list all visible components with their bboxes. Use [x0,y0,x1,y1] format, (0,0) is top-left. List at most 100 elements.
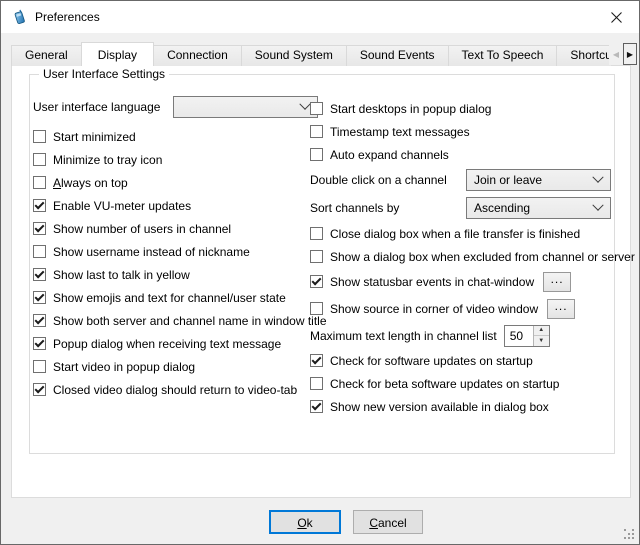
tab-sound-system[interactable]: Sound System [241,45,347,66]
checkbox-row-show-emojis-and-text-for-channel-user-state: Show emojis and text for channel/user st… [33,286,305,309]
double-click-label: Double click on a channel [310,173,466,187]
double-click-combobox[interactable]: Join or leave [466,169,611,191]
tab-scroll-left-icon[interactable]: ◀ [609,43,623,65]
window-title: Preferences [35,10,100,24]
checkbox-row-show-source-in-corner-of-video-window: Show source in corner of video window... [310,295,624,322]
unchecked-checkbox[interactable] [310,148,323,161]
checkbox-row-check-for-software-updates-on-startup: Check for software updates on startup [310,349,624,372]
display-tab-page: User Interface Settings User interface l… [11,65,631,498]
checkbox-row-show-a-dialog-box-when-excluded-from-channel-or-server: Show a dialog box when excluded from cha… [310,245,624,268]
checkbox-label: Start video in popup dialog [53,360,195,374]
checkbox-row-show-number-of-users-in-channel: Show number of users in channel [33,217,305,240]
checked-checkbox[interactable] [33,222,46,235]
sort-channels-row: Sort channels by Ascending [310,194,624,222]
sort-channels-label: Sort channels by [310,201,466,215]
unchecked-checkbox[interactable] [33,245,46,258]
checked-checkbox[interactable] [310,275,323,288]
checkbox-label: Show username instead of nickname [53,245,250,259]
sort-channels-combobox[interactable]: Ascending [466,197,611,219]
checkbox-label: Show number of users in channel [53,222,231,236]
sort-channels-combobox-value: Ascending [474,201,530,215]
checkbox-label: Show emojis and text for channel/user st… [53,291,286,305]
max-text-length-label: Maximum text length in channel list [310,329,497,343]
checkbox-label: Start minimized [53,130,136,144]
checkbox-label: Minimize to tray icon [53,153,162,167]
checkbox-label: Auto expand channels [330,148,449,162]
max-text-length-spinner[interactable]: 50 ▲ ▼ [504,325,550,347]
spinner-down-icon[interactable]: ▼ [534,336,549,346]
more-options-button[interactable]: ... [543,272,571,292]
checkbox-label: Close dialog box when a file transfer is… [330,227,580,241]
tab-text-to-speech[interactable]: Text To Speech [448,45,558,66]
checkbox-row-show-new-version-available-in-dialog-box: Show new version available in dialog box [310,395,624,418]
checkbox-row-show-statusbar-events-in-chat-window: Show statusbar events in chat-window... [310,268,624,295]
checkbox-label: Check for beta software updates on start… [330,377,559,391]
tab-sound-events[interactable]: Sound Events [346,45,449,66]
tab-bar: GeneralDisplayConnectionSound SystemSoun… [11,42,611,66]
max-text-length-row: Maximum text length in channel list 50 ▲… [310,322,624,349]
checked-checkbox[interactable] [33,268,46,281]
checkbox-row-close-dialog-box-when-a-file-transfer-is-finished: Close dialog box when a file transfer is… [310,222,624,245]
tab-general[interactable]: General [11,45,82,66]
right-checkbox-list-top: Start desktops in popup dialog Timestamp … [310,97,624,166]
checkbox-row-check-for-beta-software-updates-on-startup: Check for beta software updates on start… [310,372,624,395]
checkbox-label: Show both server and channel name in win… [53,314,327,328]
checked-checkbox[interactable] [33,337,46,350]
tab-connection[interactable]: Connection [153,45,242,66]
preferences-dialog: Preferences GeneralDisplayConnectionSoun… [0,0,640,545]
checkbox-row-show-both-server-and-channel-name-in-window-title: Show both server and channel name in win… [33,309,305,332]
checked-checkbox[interactable] [33,291,46,304]
tab-display[interactable]: Display [81,42,154,66]
checkbox-label: Always on top [53,176,128,190]
unchecked-checkbox[interactable] [33,360,46,373]
right-checkbox-list-mid: Close dialog box when a file transfer is… [310,222,624,322]
checkbox-label: Show statusbar events in chat-window [330,275,534,289]
unchecked-checkbox[interactable] [310,102,323,115]
checkbox-row-start-video-in-popup-dialog: Start video in popup dialog [33,355,305,378]
checkbox-row-start-desktops-in-popup-dialog: Start desktops in popup dialog [310,97,624,120]
checkbox-label: Show new version available in dialog box [330,400,549,414]
close-button[interactable] [593,2,639,33]
checkbox-row-always-on-top: Always on top [33,171,305,194]
checkbox-label: Enable VU-meter updates [53,199,191,213]
app-icon [11,9,27,25]
checked-checkbox[interactable] [33,383,46,396]
unchecked-checkbox[interactable] [33,130,46,143]
cancel-button[interactable]: Cancel [353,510,423,534]
double-click-combobox-value: Join or leave [474,173,542,187]
unchecked-checkbox[interactable] [310,250,323,263]
unchecked-checkbox[interactable] [310,377,323,390]
ok-button[interactable]: Ok [269,510,341,534]
checkbox-label: Show last to talk in yellow [53,268,190,282]
checkbox-label: Popup dialog when receiving text message [53,337,281,351]
checked-checkbox[interactable] [310,354,323,367]
language-combobox[interactable] [173,96,318,118]
unchecked-checkbox[interactable] [310,125,323,138]
spinner-up-icon[interactable]: ▲ [534,326,549,337]
checked-checkbox[interactable] [33,314,46,327]
checked-checkbox[interactable] [310,400,323,413]
checkbox-row-closed-video-dialog-should-return-to-video-tab: Closed video dialog should return to vid… [33,378,305,401]
language-row: User interface language [33,95,305,125]
unchecked-checkbox[interactable] [33,153,46,166]
resize-grip-icon[interactable] [623,528,635,540]
tab-scroll-right-icon[interactable]: ▶ [623,43,637,65]
checked-checkbox[interactable] [33,199,46,212]
tab-shortcuts[interactable]: Shortcuts [556,45,611,66]
checkbox-row-timestamp-text-messages: Timestamp text messages [310,120,624,143]
double-click-row: Double click on a channel Join or leave [310,166,624,194]
language-label: User interface language [33,100,160,114]
checkbox-label: Closed video dialog should return to vid… [53,383,297,397]
checkbox-row-auto-expand-channels: Auto expand channels [310,143,624,166]
title-bar: Preferences [1,1,639,33]
more-options-button[interactable]: ... [547,299,575,319]
right-checkbox-list-bottom: Check for software updates on startup Che… [310,349,624,418]
tab-scrollers: ◀ ▶ [609,43,637,65]
checkbox-label: Timestamp text messages [330,125,470,139]
unchecked-checkbox[interactable] [310,302,323,315]
checkbox-label: Show a dialog box when excluded from cha… [330,250,635,264]
checkbox-row-minimize-to-tray-icon: Minimize to tray icon [33,148,305,171]
close-icon [611,12,622,23]
unchecked-checkbox[interactable] [33,176,46,189]
unchecked-checkbox[interactable] [310,227,323,240]
